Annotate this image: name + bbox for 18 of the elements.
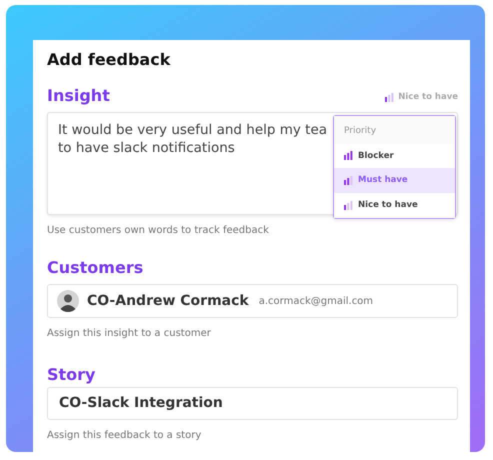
section-label: Customers bbox=[47, 257, 144, 279]
story-field[interactable]: CO-Slack Integration bbox=[47, 387, 458, 420]
help-text: Assign this insight to a customer bbox=[47, 327, 211, 341]
dropdown-option[interactable]: Nice to have bbox=[334, 193, 455, 218]
customer-email: a.cormack@gmail.com bbox=[258, 294, 374, 308]
dropdown-option[interactable]: Blocker bbox=[334, 144, 455, 168]
priority-label: Nice to have bbox=[398, 91, 458, 104]
customer-name: CO-Andrew Cormack bbox=[87, 292, 249, 310]
textarea-text: to have slack notifications bbox=[58, 139, 235, 157]
section-label: Story bbox=[47, 364, 96, 386]
customer-field[interactable]: CO-Andrew Cormack a.cormack@gmail.com bbox=[47, 284, 458, 318]
form-title: Add feedback bbox=[47, 49, 170, 71]
section-label: Insight bbox=[47, 85, 110, 107]
textarea-text: It would be very useful and help my tea bbox=[58, 121, 328, 139]
dropdown-header: Priority bbox=[334, 116, 455, 144]
help-text: Use customers own words to track feedback bbox=[47, 224, 269, 238]
help-text: Assign this feedback to a story bbox=[47, 429, 202, 443]
avatar-icon bbox=[57, 290, 79, 312]
